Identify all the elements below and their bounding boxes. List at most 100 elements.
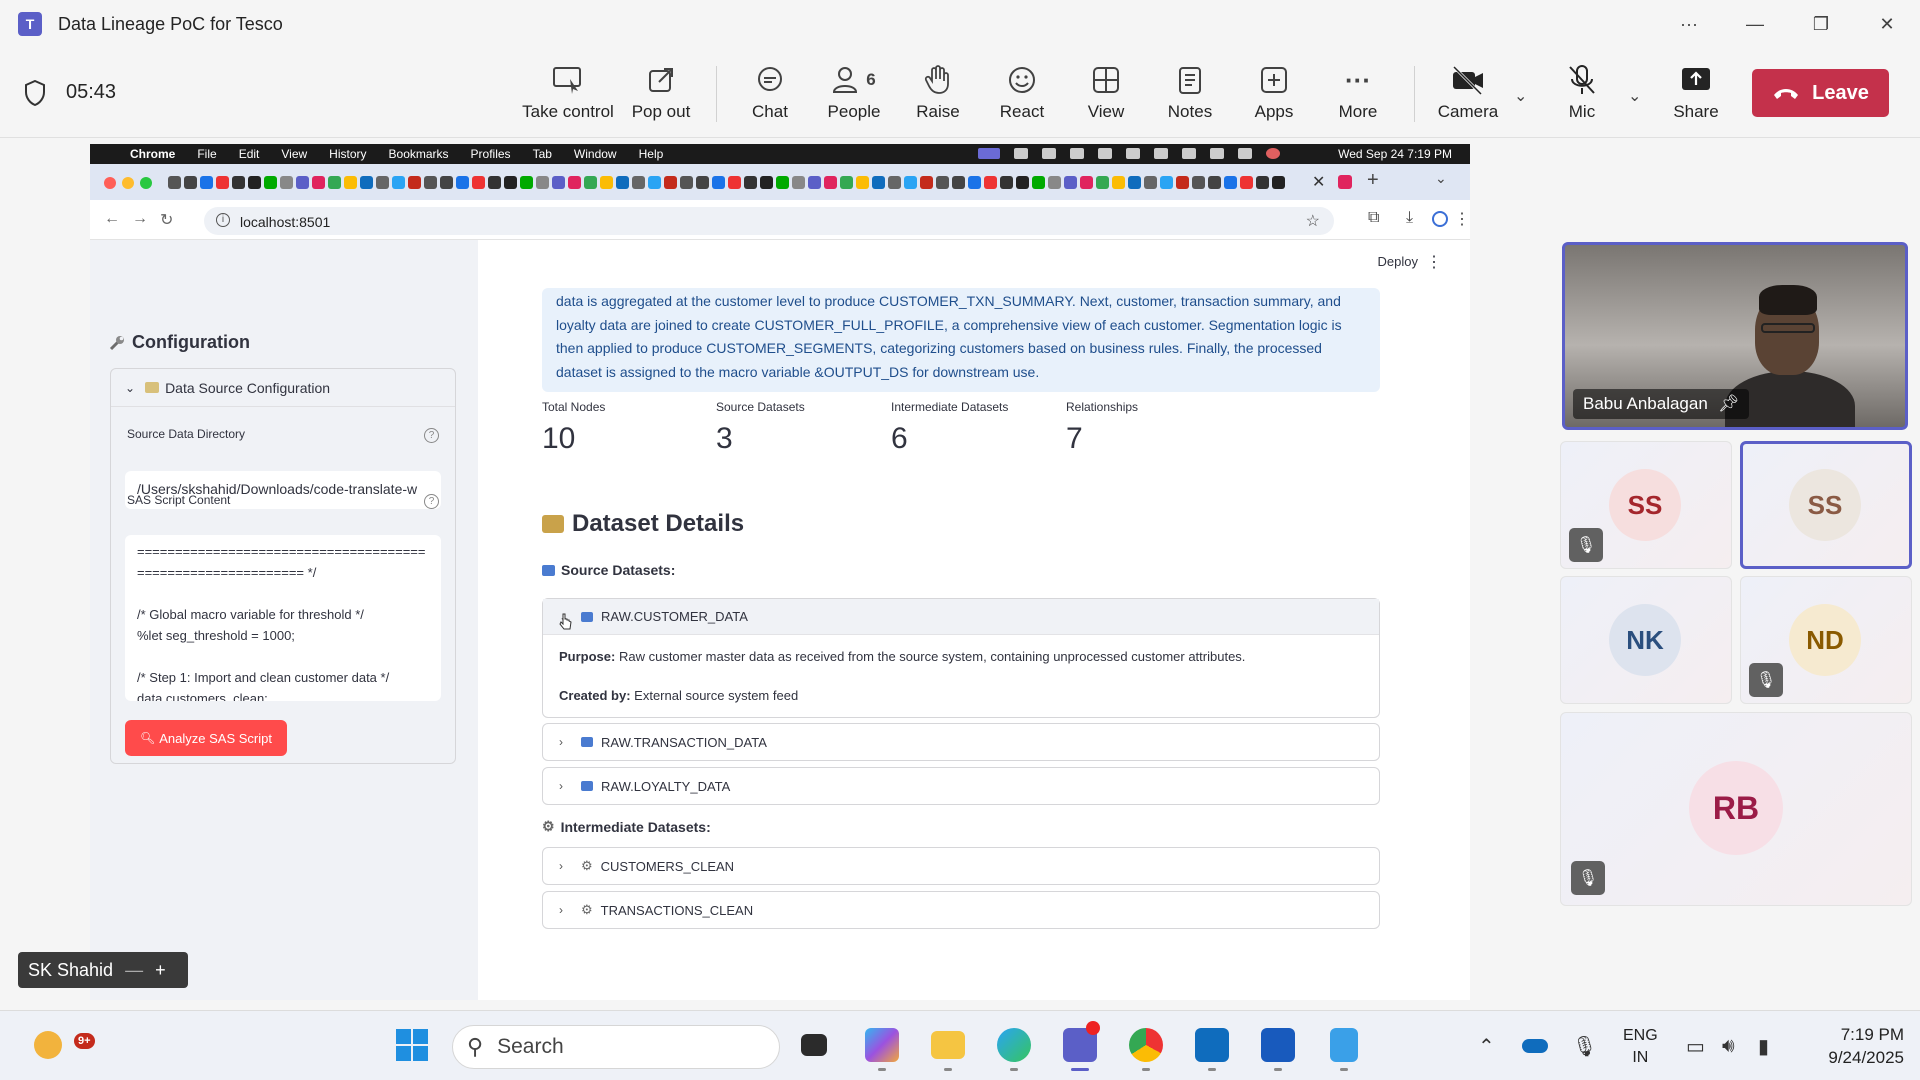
status-icon[interactable] bbox=[1098, 148, 1112, 159]
url-text[interactable]: localhost:8501 bbox=[240, 214, 330, 230]
network-icon[interactable]: ▭ bbox=[1686, 1011, 1705, 1080]
user-status-icon[interactable] bbox=[1266, 148, 1280, 159]
pinned-tab-favicon-icon[interactable] bbox=[616, 176, 629, 189]
mac-menu-profiles[interactable]: Profiles bbox=[471, 147, 511, 161]
pinned-tab-favicon-icon[interactable] bbox=[552, 176, 565, 189]
pinned-tab-favicon-icon[interactable] bbox=[872, 176, 885, 189]
pinned-tab-favicon-icon[interactable] bbox=[712, 176, 725, 189]
expander-header[interactable]: › RAW.TRANSACTION_DATA bbox=[543, 724, 1379, 760]
mac-menu-file[interactable]: File bbox=[197, 147, 216, 161]
pinned-tab-favicon-icon[interactable] bbox=[328, 176, 341, 189]
more-button[interactable]: ··· More bbox=[1312, 62, 1404, 130]
pinned-tab-favicon-icon[interactable] bbox=[824, 176, 837, 189]
pinned-tab-favicon-icon[interactable] bbox=[984, 176, 997, 189]
onedrive-icon[interactable] bbox=[1522, 1011, 1548, 1080]
pinned-tab-favicon-icon[interactable] bbox=[392, 176, 405, 189]
pinned-tab-favicon-icon[interactable] bbox=[968, 176, 981, 189]
pinned-tab-favicon-icon[interactable] bbox=[1256, 176, 1269, 189]
pinned-tab-favicon-icon[interactable] bbox=[856, 176, 869, 189]
presenter-video-tile[interactable]: Babu Anbalagan 📌︎ bbox=[1562, 242, 1908, 430]
mic-muted-tray-icon[interactable]: 🎙︎ bbox=[1572, 1011, 1597, 1080]
pinned-tab-favicon-icon[interactable] bbox=[632, 176, 645, 189]
pinned-tab-favicon-icon[interactable] bbox=[1160, 176, 1173, 189]
status-icon[interactable] bbox=[1070, 148, 1084, 159]
expander-header[interactable]: › ⚙ TRANSACTIONS_CLEAN bbox=[543, 892, 1379, 928]
pinned-tab-favicon-icon[interactable] bbox=[760, 176, 773, 189]
task-view-icon[interactable] bbox=[792, 1023, 836, 1067]
close-window-icon[interactable] bbox=[104, 177, 116, 189]
pinned-tab-favicon-icon[interactable] bbox=[1080, 176, 1093, 189]
pinned-tab-favicon-icon[interactable] bbox=[264, 176, 277, 189]
zoom-window-icon[interactable] bbox=[140, 177, 152, 189]
pinned-tab-favicon-icon[interactable] bbox=[296, 176, 309, 189]
pinned-tab-favicon-icon[interactable] bbox=[1112, 176, 1125, 189]
forward-icon[interactable]: → bbox=[132, 210, 148, 228]
reload-icon[interactable]: ↻ bbox=[160, 210, 173, 230]
pinned-tab-favicon-icon[interactable] bbox=[840, 176, 853, 189]
pinned-tab-favicon-icon[interactable] bbox=[1224, 176, 1237, 189]
pinned-tab-favicon-icon[interactable] bbox=[200, 176, 213, 189]
chat-button[interactable]: Chat bbox=[724, 62, 816, 130]
back-icon[interactable]: ← bbox=[104, 210, 120, 228]
pinned-tab-favicon-icon[interactable] bbox=[456, 176, 469, 189]
people-button[interactable]: 6 People bbox=[808, 62, 900, 130]
mac-menu-window[interactable]: Window bbox=[574, 147, 617, 161]
download-icon[interactable]: ⤓ bbox=[1406, 209, 1413, 227]
help-icon[interactable]: ? bbox=[424, 428, 439, 443]
pinned-tab-favicon-icon[interactable] bbox=[680, 176, 693, 189]
extensions-icon[interactable]: ⧉ bbox=[1368, 209, 1379, 227]
pinned-tab-favicon-icon[interactable] bbox=[920, 176, 933, 189]
teams-icon[interactable] bbox=[1058, 1021, 1102, 1071]
help-icon[interactable]: ? bbox=[424, 494, 439, 509]
participant-tile[interactable]: ND 🎙︎ bbox=[1740, 576, 1912, 704]
pop-out-button[interactable]: Pop out bbox=[615, 62, 707, 130]
edge-icon[interactable] bbox=[992, 1023, 1036, 1071]
dataset-expander-raw-loyalty-data[interactable]: › RAW.LOYALTY_DATA bbox=[542, 767, 1380, 805]
expander-header[interactable]: › RAW.LOYALTY_DATA bbox=[543, 768, 1379, 804]
participant-tile[interactable]: SS bbox=[1740, 441, 1912, 569]
sas-script-textarea[interactable]: ====================================== =… bbox=[125, 535, 441, 701]
react-button[interactable]: React bbox=[976, 62, 1068, 130]
widgets-weather-icon[interactable]: 9+ bbox=[26, 1023, 95, 1067]
pinned-tab-favicon-icon[interactable] bbox=[424, 176, 437, 189]
profile-icon[interactable] bbox=[1432, 211, 1448, 227]
maximize-button[interactable]: ❐ bbox=[1788, 0, 1854, 48]
pinned-tab-favicon-icon[interactable] bbox=[1128, 176, 1141, 189]
camera-options-chevron-icon[interactable]: ⌄ bbox=[1514, 86, 1527, 106]
dataset-expander-customers-clean[interactable]: › ⚙ CUSTOMERS_CLEAN bbox=[542, 847, 1380, 885]
pinned-tab-favicon-icon[interactable] bbox=[1064, 176, 1077, 189]
analyze-sas-script-button[interactable]: 🔍︎ Analyze SAS Script bbox=[125, 720, 287, 756]
data-source-expander-header[interactable]: ⌄ Data Source Configuration bbox=[111, 369, 455, 407]
pinned-tab-favicon-icon[interactable] bbox=[888, 176, 901, 189]
screen-share-status-icon[interactable] bbox=[978, 148, 1000, 159]
mac-menu-tab[interactable]: Tab bbox=[533, 147, 552, 161]
mac-menu-view[interactable]: View bbox=[281, 147, 307, 161]
show-hidden-icons-chevron-icon[interactable]: ⌃ bbox=[1478, 1011, 1495, 1080]
bookmark-star-icon[interactable]: ☆ bbox=[1306, 211, 1320, 231]
pinned-tab-favicon-icon[interactable] bbox=[1144, 176, 1157, 189]
battery-icon[interactable]: ▮ bbox=[1758, 1011, 1769, 1080]
m365-icon[interactable] bbox=[860, 1023, 904, 1071]
mic-options-chevron-icon[interactable]: ⌄ bbox=[1628, 86, 1641, 106]
participant-tile[interactable]: SS 🎙︎ bbox=[1560, 441, 1732, 569]
self-view-nameplate[interactable]: SK Shahid — + bbox=[18, 952, 188, 988]
pinned-tab-favicon-icon[interactable] bbox=[952, 176, 965, 189]
taskbar-search[interactable]: ⚲ Search bbox=[452, 1025, 780, 1069]
pinned-tab-favicon-icon[interactable] bbox=[1240, 176, 1253, 189]
pinned-tab-favicon-icon[interactable] bbox=[1208, 176, 1221, 189]
participant-tile[interactable]: RB 🎙︎ bbox=[1560, 712, 1912, 906]
minimize-window-icon[interactable] bbox=[122, 177, 134, 189]
tab-favicon-icon[interactable] bbox=[1338, 175, 1352, 189]
battery-icon[interactable] bbox=[1154, 148, 1168, 159]
wifi-icon[interactable] bbox=[1182, 148, 1196, 159]
language-indicator[interactable]: ENG IN bbox=[1623, 1025, 1658, 1069]
pinned-tab-favicon-icon[interactable] bbox=[504, 176, 517, 189]
new-tab-icon[interactable]: + bbox=[1367, 169, 1379, 192]
chrome-menu-icon[interactable]: ⋮ bbox=[1454, 209, 1470, 229]
minimize-button[interactable]: — bbox=[1722, 0, 1788, 48]
pinned-tab-favicon-icon[interactable] bbox=[440, 176, 453, 189]
pinned-tab-favicon-icon[interactable] bbox=[600, 176, 613, 189]
mic-button[interactable]: Mic bbox=[1536, 62, 1628, 130]
expander-header[interactable]: › ⚙ CUSTOMERS_CLEAN bbox=[543, 848, 1379, 884]
pinned-tab-favicon-icon[interactable] bbox=[472, 176, 485, 189]
